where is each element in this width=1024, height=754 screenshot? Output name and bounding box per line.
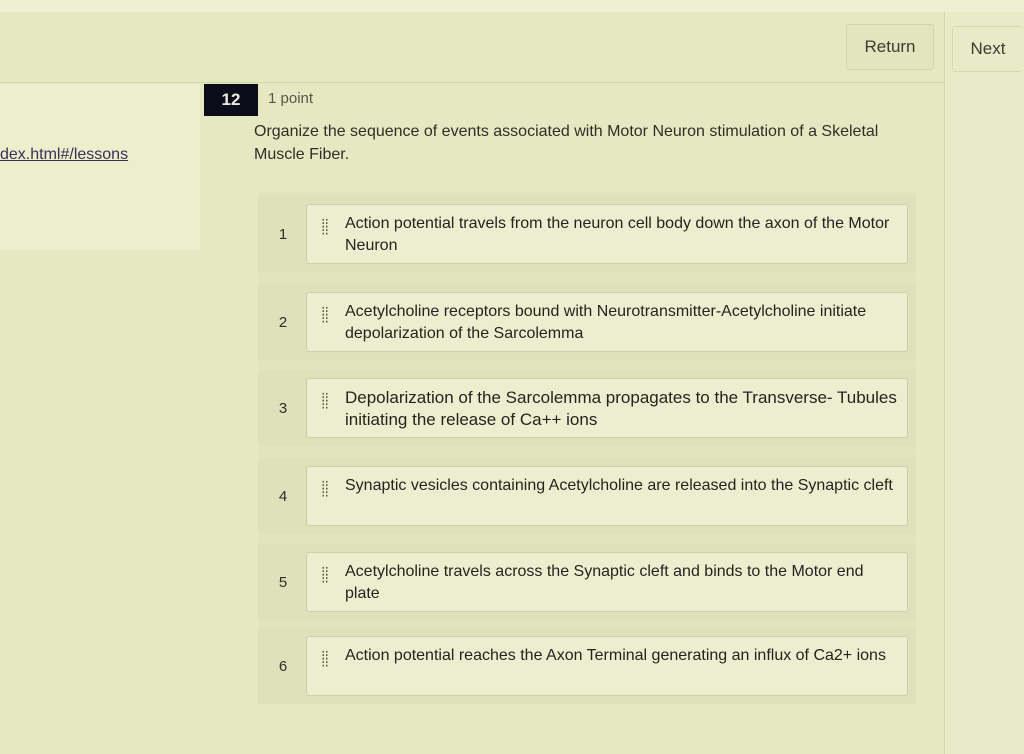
rank-number: 1 xyxy=(278,225,288,243)
left-sidebar xyxy=(0,84,200,250)
ordering-row: 3 ⁝⁝ ⁝⁝ Depolarization of the Sarcolemma… xyxy=(258,370,916,446)
ordering-row: 1 ⁝⁝ ⁝⁝ Action potential travels from th… xyxy=(258,196,916,272)
lessons-url-link[interactable]: dex.html#/lessons xyxy=(0,146,128,164)
ordering-row: 4 ⁝⁝ ⁝⁝ Synaptic vesicles containing Ace… xyxy=(258,458,916,534)
question-number-badge: 12 xyxy=(204,84,258,116)
right-panel xyxy=(944,12,1024,754)
drag-handle-icon[interactable]: ⁝⁝ ⁝⁝ xyxy=(321,217,331,238)
rank-number: 6 xyxy=(278,657,288,675)
item-text: Acetylcholine receptors bound with Neuro… xyxy=(345,303,867,342)
draggable-item-card[interactable]: ⁝⁝ ⁝⁝ Acetylcholine receptors bound with… xyxy=(306,292,908,352)
draggable-item-card[interactable]: ⁝⁝ ⁝⁝ Depolarization of the Sarcolemma p… xyxy=(306,378,908,438)
draggable-item-card[interactable]: ⁝⁝ ⁝⁝ Acetylcholine travels across the S… xyxy=(306,552,908,612)
item-text: Depolarization of the Sarcolemma propaga… xyxy=(345,388,897,429)
rank-number: 2 xyxy=(278,313,288,331)
item-text: Action potential travels from the neuron… xyxy=(345,215,890,254)
next-button[interactable]: Next xyxy=(952,26,1023,72)
drag-handle-icon[interactable]: ⁝⁝ ⁝⁝ xyxy=(321,649,331,670)
top-bar xyxy=(0,0,1024,12)
drag-handle-icon[interactable]: ⁝⁝ ⁝⁝ xyxy=(321,305,331,326)
header-divider xyxy=(0,82,950,83)
rank-number: 4 xyxy=(278,487,288,505)
ordering-row: 6 ⁝⁝ ⁝⁝ Action potential reaches the Axo… xyxy=(258,628,916,704)
draggable-item-card[interactable]: ⁝⁝ ⁝⁝ Action potential reaches the Axon … xyxy=(306,636,908,696)
draggable-item-card[interactable]: ⁝⁝ ⁝⁝ Action potential travels from the … xyxy=(306,204,908,264)
item-text: Acetylcholine travels across the Synapti… xyxy=(345,563,864,602)
ordering-row: 5 ⁝⁝ ⁝⁝ Acetylcholine travels across the… xyxy=(258,544,916,620)
item-text: Synaptic vesicles containing Acetylcholi… xyxy=(345,477,893,494)
drag-handle-icon[interactable]: ⁝⁝ ⁝⁝ xyxy=(321,391,331,412)
ordering-row: 2 ⁝⁝ ⁝⁝ Acetylcholine receptors bound wi… xyxy=(258,284,916,360)
question-prompt: Organize the sequence of events associat… xyxy=(254,123,879,163)
rank-number: 3 xyxy=(278,399,288,417)
return-button[interactable]: Return xyxy=(846,24,934,70)
drag-handle-icon[interactable]: ⁝⁝ ⁝⁝ xyxy=(321,565,331,586)
draggable-item-card[interactable]: ⁝⁝ ⁝⁝ Synaptic vesicles containing Acety… xyxy=(306,466,908,526)
question-points: 1 point xyxy=(268,90,314,107)
rank-number: 5 xyxy=(278,573,288,591)
drag-handle-icon[interactable]: ⁝⁝ ⁝⁝ xyxy=(321,479,331,500)
item-text: Action potential reaches the Axon Termin… xyxy=(345,647,886,664)
